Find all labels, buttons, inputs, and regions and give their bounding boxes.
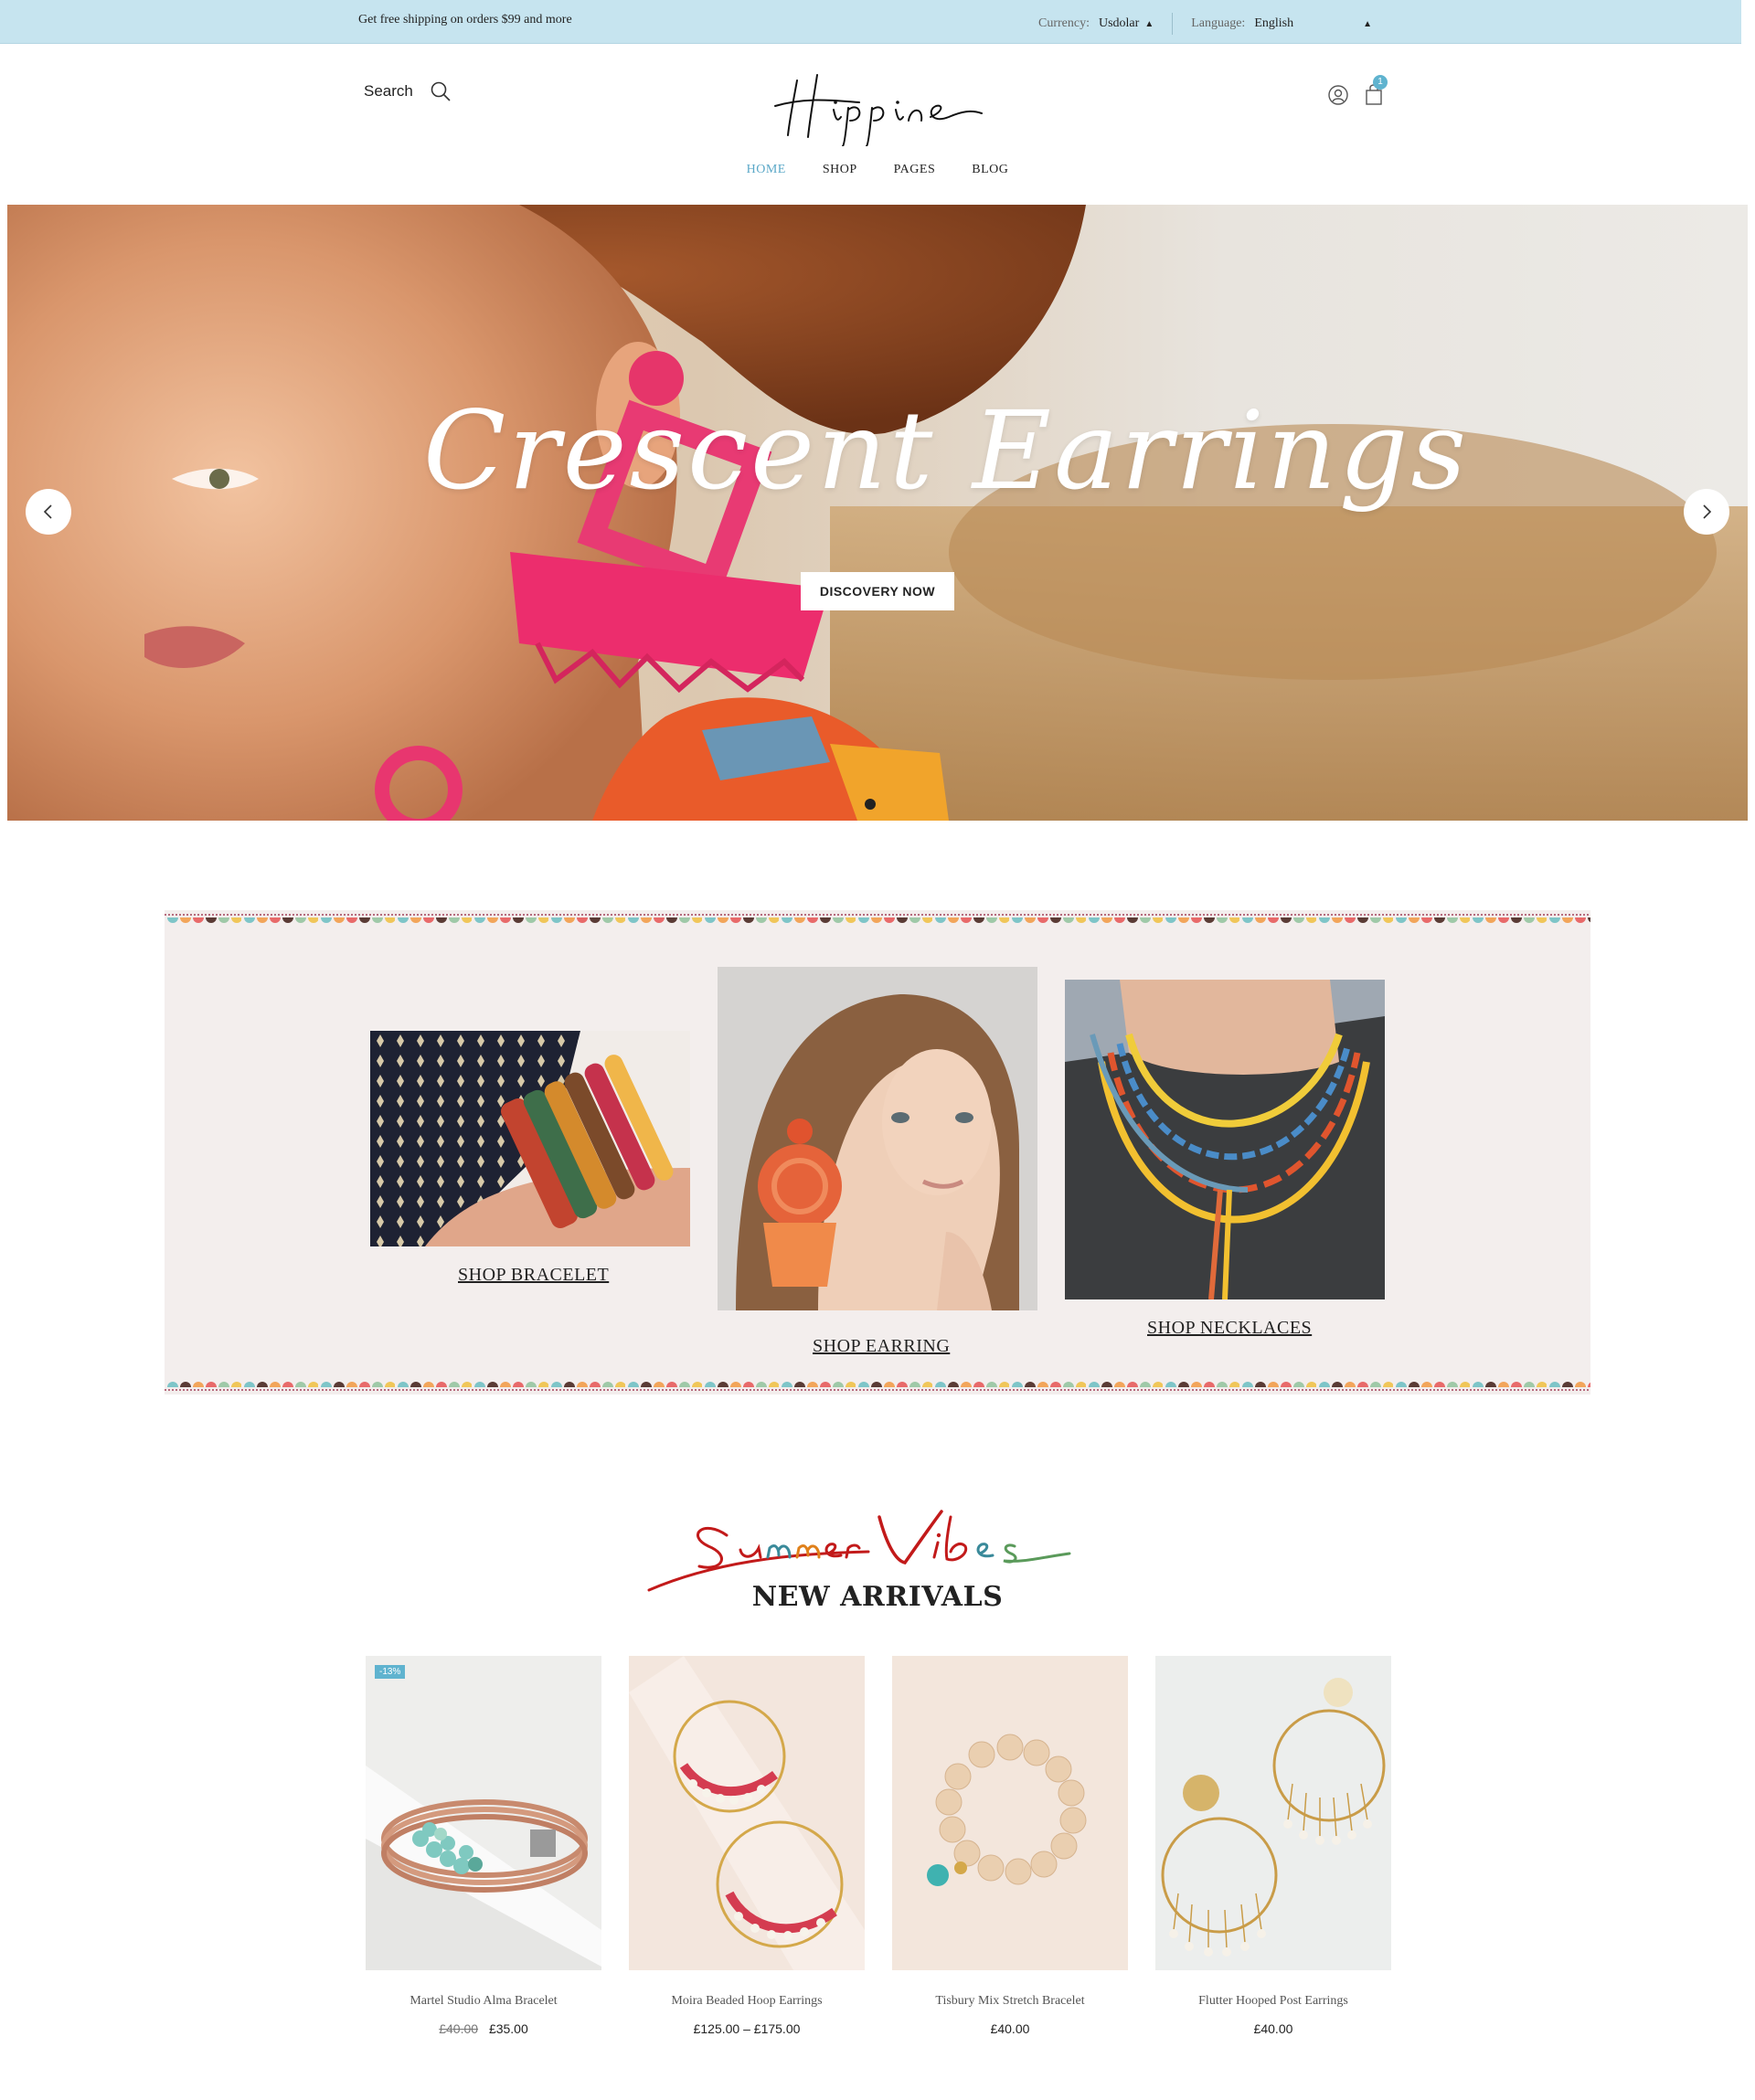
nav-item-blog[interactable]: BLOG xyxy=(972,163,1008,177)
bracelet-category-image xyxy=(370,1031,690,1246)
site-header: Search 1 HOME SHOP PAGES BLOG xyxy=(0,44,1741,205)
hero-slider: Crescent Earrings DISCOVERY NOW xyxy=(7,205,1748,821)
currency-label: Currency: xyxy=(1038,16,1090,30)
category-panel: SHOP BRACELET SHOP EARRING SHOP NECKLACE… xyxy=(165,910,1590,1395)
hooped-post-earrings-product-image xyxy=(1155,1656,1391,1970)
slider-prev-button[interactable] xyxy=(26,489,71,535)
slider-next-button[interactable] xyxy=(1684,489,1729,535)
product-current-price: £40.00 xyxy=(1253,2021,1293,2036)
language-sort-icon[interactable]: ▲ xyxy=(1363,19,1372,29)
product-current-price: £125.00 – £175.00 xyxy=(693,2021,801,2036)
language-label: Language: xyxy=(1191,16,1246,30)
chevron-right-icon xyxy=(1703,504,1712,519)
product-current-price: £35.00 xyxy=(488,2021,528,2036)
product-image[interactable] xyxy=(892,1656,1128,1970)
nav-item-pages[interactable]: PAGES xyxy=(894,163,936,177)
search-trigger[interactable]: Search xyxy=(364,80,452,102)
product-card[interactable]: Tisbury Mix Stretch Bracelet £40.00 xyxy=(892,1656,1128,2036)
product-current-price: £40.00 xyxy=(990,2021,1030,2036)
stretch-bracelet-product-image xyxy=(892,1656,1128,1970)
search-label: Search xyxy=(364,82,413,100)
nav-item-home[interactable]: HOME xyxy=(747,163,786,177)
search-icon xyxy=(431,81,451,101)
shop-earring-link[interactable]: SHOP EARRING xyxy=(813,1336,950,1357)
user-account-icon[interactable] xyxy=(1327,84,1349,106)
topbar-settings: Currency: Usdolar ▲ Language: English ▲ xyxy=(1038,13,1372,35)
hoop-earrings-product-image xyxy=(629,1656,865,1970)
discovery-now-button[interactable]: DISCOVERY NOW xyxy=(801,572,954,610)
product-card[interactable]: Moira Beaded Hoop Earrings £125.00 – £17… xyxy=(629,1656,865,2036)
chevron-left-icon xyxy=(43,504,52,519)
decorative-dot-border-bottom xyxy=(165,1376,1590,1391)
slider-dot[interactable] xyxy=(865,799,876,810)
product-name[interactable]: Flutter Hooped Post Earrings xyxy=(1155,1994,1391,2009)
product-name[interactable]: Moira Beaded Hoop Earrings xyxy=(629,1994,865,2009)
cart-count-badge: 1 xyxy=(1373,75,1388,90)
logo[interactable] xyxy=(770,64,989,146)
hero-title: Crescent Earrings xyxy=(423,387,1470,514)
product-price: £40.00 xyxy=(892,2021,1128,2036)
product-old-price: £40.00 xyxy=(439,2021,479,2036)
bracelet-product-image xyxy=(366,1656,601,1970)
product-card[interactable]: Flutter Hooped Post Earrings £40.00 xyxy=(1155,1656,1391,2036)
currency-sort-icon[interactable]: ▲ xyxy=(1144,19,1154,29)
topbar-divider xyxy=(1172,13,1174,35)
product-price: £40.00 £35.00 xyxy=(366,2021,601,2036)
product-price: £125.00 – £175.00 xyxy=(629,2021,865,2036)
decorative-dot-border-top xyxy=(165,914,1590,928)
language-select[interactable]: English xyxy=(1254,16,1293,31)
discount-badge: -13% xyxy=(375,1665,406,1679)
shop-bracelet-link[interactable]: SHOP BRACELET xyxy=(458,1265,609,1286)
currency-select[interactable]: Usdolar xyxy=(1099,16,1139,31)
shop-necklaces-link[interactable]: SHOP NECKLACES xyxy=(1147,1318,1312,1339)
product-name[interactable]: Tisbury Mix Stretch Bracelet xyxy=(892,1994,1128,2009)
top-bar: Get free shipping on orders $99 and more… xyxy=(0,0,1741,44)
main-nav: HOME SHOP PAGES BLOG xyxy=(0,163,1755,177)
product-image[interactable] xyxy=(629,1656,865,1970)
shipping-notice: Get free shipping on orders $99 and more xyxy=(358,13,572,27)
product-price: £40.00 xyxy=(1155,2021,1391,2036)
necklace-category-image xyxy=(1065,980,1385,1299)
earring-category-image xyxy=(718,967,1037,1310)
product-image[interactable]: -13% xyxy=(366,1656,601,1970)
product-name[interactable]: Martel Studio Alma Bracelet xyxy=(366,1994,601,2009)
nav-item-shop[interactable]: SHOP xyxy=(823,163,857,177)
product-card[interactable]: -13% Martel Studio Alma Bracelet £40.00 … xyxy=(366,1656,601,2036)
new-arrivals-heading: NEW ARRIVALS xyxy=(751,1581,1004,1613)
product-image[interactable] xyxy=(1155,1656,1391,1970)
